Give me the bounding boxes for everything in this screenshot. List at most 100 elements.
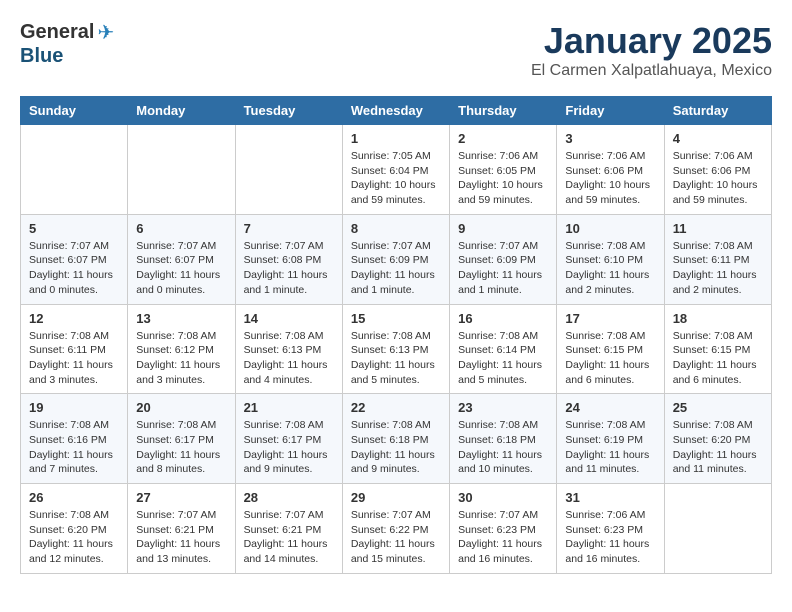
day-info: Sunrise: 7:08 AM Sunset: 6:20 PM Dayligh… <box>29 508 119 567</box>
calendar-cell <box>664 484 771 574</box>
day-number: 5 <box>29 221 119 236</box>
day-number: 6 <box>136 221 226 236</box>
day-info: Sunrise: 7:08 AM Sunset: 6:14 PM Dayligh… <box>458 329 548 388</box>
day-info: Sunrise: 7:08 AM Sunset: 6:10 PM Dayligh… <box>565 239 655 298</box>
day-info: Sunrise: 7:07 AM Sunset: 6:07 PM Dayligh… <box>29 239 119 298</box>
day-info: Sunrise: 7:08 AM Sunset: 6:17 PM Dayligh… <box>244 418 334 477</box>
calendar-cell: 2 Sunrise: 7:06 AM Sunset: 6:05 PM Daylig… <box>450 125 557 215</box>
day-info: Sunrise: 7:06 AM Sunset: 6:06 PM Dayligh… <box>673 149 763 208</box>
calendar-cell: 16 Sunrise: 7:08 AM Sunset: 6:14 PM Dayli… <box>450 304 557 394</box>
day-info: Sunrise: 7:07 AM Sunset: 6:08 PM Dayligh… <box>244 239 334 298</box>
title-block: January 2025 El Carmen Xalpatlahuaya, Me… <box>531 20 772 80</box>
location-title: El Carmen Xalpatlahuaya, Mexico <box>531 62 772 80</box>
day-number: 30 <box>458 490 548 505</box>
day-info: Sunrise: 7:08 AM Sunset: 6:15 PM Dayligh… <box>565 329 655 388</box>
calendar-cell: 20Sunrise: 7:08 AM Sunset: 6:17 PM Dayli… <box>128 394 235 484</box>
day-number: 10 <box>565 221 655 236</box>
calendar-header-cell: Thursday <box>450 97 557 125</box>
day-number: 23 <box>458 400 548 415</box>
day-number: 19 <box>29 400 119 415</box>
day-info: Sunrise: 7:08 AM Sunset: 6:18 PM Dayligh… <box>458 418 548 477</box>
calendar-cell: 1 Sunrise: 7:05 AM Sunset: 6:04 PM Daylig… <box>342 125 449 215</box>
calendar-week-row: 26 Sunrise: 7:08 AM Sunset: 6:20 PM Dayli… <box>21 484 772 574</box>
day-info: Sunrise: 7:06 AM Sunset: 6:06 PM Dayligh… <box>565 149 655 208</box>
calendar-cell <box>128 125 235 215</box>
calendar-week-row: 19 Sunrise: 7:08 AM Sunset: 6:16 PM Dayli… <box>21 394 772 484</box>
day-number: 22 <box>351 400 441 415</box>
calendar-cell: 21 Sunrise: 7:08 AM Sunset: 6:17 PM Dayli… <box>235 394 342 484</box>
logo: General ✈ Blue <box>20 20 114 68</box>
day-number: 2 <box>458 131 548 146</box>
calendar-cell: 11 Sunrise: 7:08 AM Sunset: 6:11 PM Dayli… <box>664 214 771 304</box>
day-number: 4 <box>673 131 763 146</box>
day-info: Sunrise: 7:08 AM Sunset: 6:12 PM Dayligh… <box>136 329 226 388</box>
calendar-header-cell: Monday <box>128 97 235 125</box>
calendar-cell: 23 Sunrise: 7:08 AM Sunset: 6:18 PM Dayli… <box>450 394 557 484</box>
day-info: Sunrise: 7:08 AM Sunset: 6:16 PM Dayligh… <box>29 418 119 477</box>
day-number: 28 <box>244 490 334 505</box>
day-number: 11 <box>673 221 763 236</box>
calendar-cell: 4 Sunrise: 7:06 AM Sunset: 6:06 PM Daylig… <box>664 125 771 215</box>
calendar-cell: 24Sunrise: 7:08 AM Sunset: 6:19 PM Dayli… <box>557 394 664 484</box>
day-number: 15 <box>351 311 441 326</box>
calendar-table: SundayMondayTuesdayWednesdayThursdayFrid… <box>20 96 772 574</box>
calendar-cell: 14Sunrise: 7:08 AM Sunset: 6:13 PM Dayli… <box>235 304 342 394</box>
page-header: General ✈ Blue January 2025 El Carmen Xa… <box>20 20 772 80</box>
calendar-cell: 22 Sunrise: 7:08 AM Sunset: 6:18 PM Dayli… <box>342 394 449 484</box>
calendar-cell: 17 Sunrise: 7:08 AM Sunset: 6:15 PM Dayli… <box>557 304 664 394</box>
day-info: Sunrise: 7:07 AM Sunset: 6:23 PM Dayligh… <box>458 508 548 567</box>
day-number: 18 <box>673 311 763 326</box>
calendar-cell: 19 Sunrise: 7:08 AM Sunset: 6:16 PM Dayli… <box>21 394 128 484</box>
day-info: Sunrise: 7:07 AM Sunset: 6:07 PM Dayligh… <box>136 239 226 298</box>
calendar-cell <box>21 125 128 215</box>
day-number: 17 <box>565 311 655 326</box>
logo-bird-icon: ✈ <box>97 20 114 45</box>
calendar-cell: 8 Sunrise: 7:07 AM Sunset: 6:09 PM Daylig… <box>342 214 449 304</box>
logo-blue: Blue <box>20 45 63 68</box>
day-info: Sunrise: 7:06 AM Sunset: 6:05 PM Dayligh… <box>458 149 548 208</box>
day-number: 20 <box>136 400 226 415</box>
day-number: 12 <box>29 311 119 326</box>
calendar-header-cell: Sunday <box>21 97 128 125</box>
day-info: Sunrise: 7:08 AM Sunset: 6:11 PM Dayligh… <box>29 329 119 388</box>
calendar-cell: 10 Sunrise: 7:08 AM Sunset: 6:10 PM Dayli… <box>557 214 664 304</box>
calendar-cell: 15Sunrise: 7:08 AM Sunset: 6:13 PM Dayli… <box>342 304 449 394</box>
day-number: 16 <box>458 311 548 326</box>
calendar-cell: 6 Sunrise: 7:07 AM Sunset: 6:07 PM Daylig… <box>128 214 235 304</box>
calendar-body: 1 Sunrise: 7:05 AM Sunset: 6:04 PM Daylig… <box>21 125 772 574</box>
day-info: Sunrise: 7:07 AM Sunset: 6:09 PM Dayligh… <box>351 239 441 298</box>
calendar-cell: 28 Sunrise: 7:07 AM Sunset: 6:21 PM Dayli… <box>235 484 342 574</box>
day-info: Sunrise: 7:07 AM Sunset: 6:22 PM Dayligh… <box>351 508 441 567</box>
calendar-week-row: 12 Sunrise: 7:08 AM Sunset: 6:11 PM Dayli… <box>21 304 772 394</box>
calendar-header-cell: Saturday <box>664 97 771 125</box>
day-info: Sunrise: 7:07 AM Sunset: 6:09 PM Dayligh… <box>458 239 548 298</box>
day-info: Sunrise: 7:05 AM Sunset: 6:04 PM Dayligh… <box>351 149 441 208</box>
calendar-cell: 18Sunrise: 7:08 AM Sunset: 6:15 PM Dayli… <box>664 304 771 394</box>
calendar-cell: 27Sunrise: 7:07 AM Sunset: 6:21 PM Dayli… <box>128 484 235 574</box>
calendar-cell: 25Sunrise: 7:08 AM Sunset: 6:20 PM Dayli… <box>664 394 771 484</box>
day-number: 21 <box>244 400 334 415</box>
day-info: Sunrise: 7:08 AM Sunset: 6:13 PM Dayligh… <box>244 329 334 388</box>
day-info: Sunrise: 7:08 AM Sunset: 6:11 PM Dayligh… <box>673 239 763 298</box>
calendar-header-cell: Friday <box>557 97 664 125</box>
calendar-cell: 31Sunrise: 7:06 AM Sunset: 6:23 PM Dayli… <box>557 484 664 574</box>
day-number: 9 <box>458 221 548 236</box>
calendar-week-row: 1 Sunrise: 7:05 AM Sunset: 6:04 PM Daylig… <box>21 125 772 215</box>
calendar-cell: 5 Sunrise: 7:07 AM Sunset: 6:07 PM Daylig… <box>21 214 128 304</box>
day-number: 26 <box>29 490 119 505</box>
day-number: 8 <box>351 221 441 236</box>
day-number: 31 <box>565 490 655 505</box>
calendar-cell: 3 Sunrise: 7:06 AM Sunset: 6:06 PM Daylig… <box>557 125 664 215</box>
calendar-cell: 9 Sunrise: 7:07 AM Sunset: 6:09 PM Daylig… <box>450 214 557 304</box>
day-info: Sunrise: 7:08 AM Sunset: 6:18 PM Dayligh… <box>351 418 441 477</box>
day-number: 1 <box>351 131 441 146</box>
calendar-cell: 12 Sunrise: 7:08 AM Sunset: 6:11 PM Dayli… <box>21 304 128 394</box>
calendar-cell: 26 Sunrise: 7:08 AM Sunset: 6:20 PM Dayli… <box>21 484 128 574</box>
calendar-cell: 13Sunrise: 7:08 AM Sunset: 6:12 PM Dayli… <box>128 304 235 394</box>
calendar-header-cell: Wednesday <box>342 97 449 125</box>
calendar-week-row: 5 Sunrise: 7:07 AM Sunset: 6:07 PM Daylig… <box>21 214 772 304</box>
day-info: Sunrise: 7:07 AM Sunset: 6:21 PM Dayligh… <box>244 508 334 567</box>
calendar-header-row: SundayMondayTuesdayWednesdayThursdayFrid… <box>21 97 772 125</box>
calendar-header-cell: Tuesday <box>235 97 342 125</box>
day-number: 3 <box>565 131 655 146</box>
